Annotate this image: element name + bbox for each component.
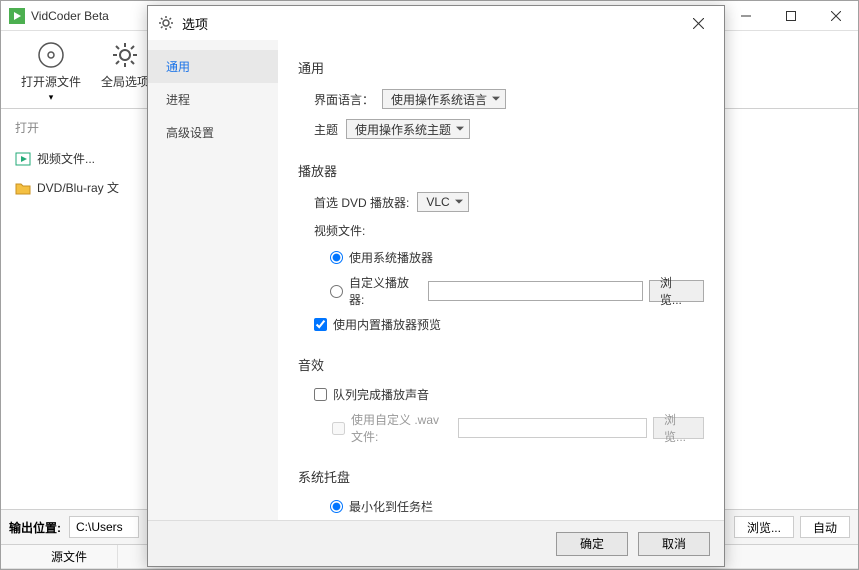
section-audio-title: 音效 (298, 355, 704, 374)
output-location-label: 输出位置: (9, 519, 61, 536)
min-taskbar-label: 最小化到任务栏 (349, 498, 433, 515)
use-system-player-label: 使用系统播放器 (349, 249, 433, 266)
min-taskbar-radio[interactable] (330, 500, 343, 513)
output-path-field[interactable]: C:\Users (69, 516, 139, 538)
ui-language-label: 界面语言： (314, 91, 374, 108)
global-options-label: 全局选项 (101, 73, 149, 90)
minimize-button[interactable] (723, 1, 768, 30)
open-source-button[interactable]: 打开源文件 ▾ (11, 37, 91, 107)
video-file-label: 视频文件: (314, 222, 365, 239)
maximize-button[interactable] (768, 1, 813, 30)
custom-wav-browse-button: 浏览... (653, 417, 704, 439)
dvd-player-label: 首选 DVD 播放器: (314, 194, 409, 211)
builtin-preview-checkbox[interactable] (314, 318, 327, 331)
dvd-player-combo[interactable]: VLC (417, 192, 468, 212)
section-player: 播放器 首选 DVD 播放器: VLC 视频文件: 使用系统播放器 自定义播放器… (298, 161, 704, 333)
sidebar-item-advanced[interactable]: 高级设置 (148, 116, 278, 149)
open-source-label: 打开源文件 (21, 73, 81, 90)
queue-done-sound-label: 队列完成播放声音 (333, 386, 429, 403)
custom-player-label: 自定义播放器: (349, 274, 422, 308)
app-logo-icon (9, 8, 25, 24)
dialog-button-bar: 确定 取消 (148, 520, 724, 566)
open-video-files-item[interactable]: 视频文件... (15, 144, 161, 173)
output-auto-button[interactable]: 自动 (800, 516, 850, 538)
custom-player-browse-button[interactable]: 浏览... (649, 280, 704, 302)
dialog-content: 通用 界面语言： 使用操作系统语言 主题 使用操作系统主题 播放器 首选 DVD… (278, 40, 724, 520)
custom-wav-path-input (458, 418, 647, 438)
output-browse-button[interactable]: 浏览... (734, 516, 794, 538)
custom-wav-checkbox (332, 422, 345, 435)
column-source-file[interactable]: 源文件 (1, 545, 118, 568)
ui-language-combo[interactable]: 使用操作系统语言 (382, 89, 506, 109)
custom-wav-label: 使用自定义 .wav 文件: (351, 411, 452, 445)
disc-icon (37, 41, 65, 69)
theme-label: 主题 (314, 121, 338, 138)
section-audio: 音效 队列完成播放声音 使用自定义 .wav 文件: 浏览... (298, 355, 704, 445)
cancel-button[interactable]: 取消 (638, 532, 710, 556)
dialog-title: 选项 (182, 14, 678, 33)
gear-icon (111, 41, 139, 69)
open-dvd-bluray-item[interactable]: DVD/Blu-ray 文 (15, 173, 161, 202)
left-panel: 打开 视频文件... DVD/Blu-ray 文 (1, 109, 161, 509)
folder-icon (15, 180, 31, 196)
open-dvd-bluray-label: DVD/Blu-ray 文 (37, 179, 119, 196)
ok-button[interactable]: 确定 (556, 532, 628, 556)
section-systray-title: 系统托盘 (298, 467, 704, 486)
use-system-player-radio[interactable] (330, 251, 343, 264)
theme-combo[interactable]: 使用操作系统主题 (346, 119, 470, 139)
window-controls (723, 1, 858, 30)
dropdown-caret-icon: ▾ (49, 92, 54, 103)
section-general-title: 通用 (298, 58, 704, 77)
sidebar-item-process[interactable]: 进程 (148, 83, 278, 116)
section-player-title: 播放器 (298, 161, 704, 180)
close-button[interactable] (813, 1, 858, 30)
dialog-close-button[interactable] (678, 9, 718, 37)
custom-player-radio[interactable] (330, 285, 343, 298)
options-dialog: 选项 通用 进程 高级设置 通用 界面语言： 使用操作系统语言 主题 使用操作系… (147, 5, 725, 567)
gear-icon (158, 15, 174, 31)
section-systray: 系统托盘 最小化到任务栏 最小化到系统托盘 (298, 467, 704, 520)
queue-done-sound-checkbox[interactable] (314, 388, 327, 401)
custom-player-path-input[interactable] (428, 281, 643, 301)
sidebar-item-general[interactable]: 通用 (148, 50, 278, 83)
builtin-preview-label: 使用内置播放器预览 (333, 316, 441, 333)
open-video-files-label: 视频文件... (37, 150, 95, 167)
dialog-sidebar: 通用 进程 高级设置 (148, 40, 278, 520)
dialog-titlebar: 选项 (148, 6, 724, 40)
section-general: 通用 界面语言： 使用操作系统语言 主题 使用操作系统主题 (298, 58, 704, 139)
play-file-icon (15, 151, 31, 167)
left-panel-header: 打开 (15, 119, 161, 136)
